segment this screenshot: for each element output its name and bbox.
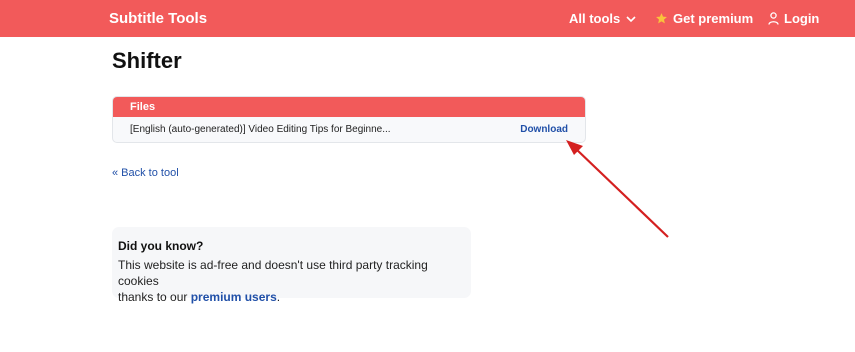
annotation-arrow bbox=[566, 140, 669, 238]
